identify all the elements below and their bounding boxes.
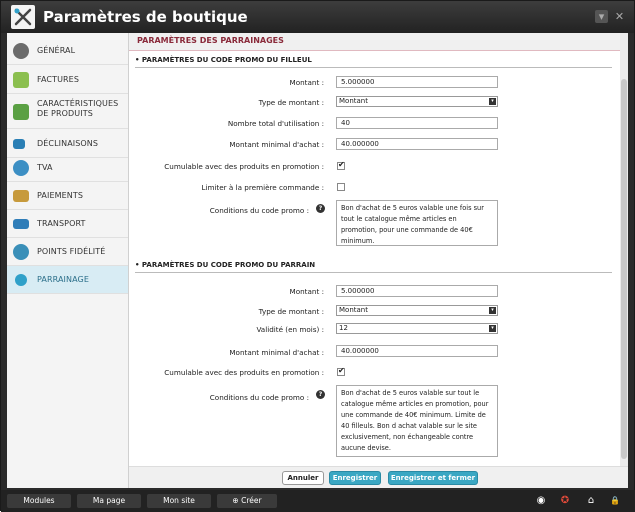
save-and-close-button[interactable]: Enregistrer et fermer bbox=[388, 471, 478, 485]
field-label: Montant : bbox=[289, 287, 324, 296]
window: Paramètres de boutique ▾ ✕ GÉNÉRAL FACTU… bbox=[0, 0, 635, 512]
section-title-parrain: • PARAMÈTRES DU CODE PROMO DU PARRAIN bbox=[135, 261, 316, 269]
sidebar-item-label: FACTURES bbox=[37, 75, 80, 84]
plus-icon: ⊕ bbox=[232, 496, 239, 505]
help-icon[interactable]: ? bbox=[316, 204, 325, 213]
titlebar[interactable]: Paramètres de boutique ▾ ✕ bbox=[1, 1, 634, 33]
content-header: PARAMÈTRES DES PARRAINAGES bbox=[129, 33, 620, 51]
field-label: Validité (en mois) : bbox=[256, 325, 324, 334]
sidebar-item-label: TRANSPORT bbox=[37, 219, 86, 228]
product-features-icon bbox=[13, 104, 29, 120]
sidebar-item-label: PAIEMENTS bbox=[37, 191, 84, 200]
section-title-filleul: • PARAMÈTRES DU CODE PROMO DU FILLEUL bbox=[135, 56, 312, 64]
filleul-total-uses-input[interactable]: 40 bbox=[336, 117, 498, 129]
field-label: Nombre total d'utilisation : bbox=[227, 119, 324, 128]
variations-icon bbox=[13, 139, 25, 149]
sidebar-item-label: CARACTÉRISTIQUES DE PRODUITS bbox=[37, 99, 119, 118]
filleul-first-order-checkbox[interactable] bbox=[337, 183, 345, 191]
shop-tools-icon bbox=[11, 5, 35, 29]
network-icon bbox=[15, 274, 27, 286]
sidebar-item-label: PARRAINAGE bbox=[37, 275, 89, 284]
truck-icon bbox=[13, 219, 29, 229]
sidebar-item-general[interactable]: GÉNÉRAL bbox=[7, 37, 128, 65]
sidebar-item-label: TVA bbox=[37, 163, 53, 172]
sidebar-item-tva[interactable]: TVA bbox=[7, 154, 128, 182]
field-label: Conditions du code promo : bbox=[209, 393, 309, 402]
close-button[interactable]: ✕ bbox=[613, 10, 626, 23]
minimize-button[interactable]: ▾ bbox=[595, 10, 608, 23]
create-button[interactable]: ⊕ Créer bbox=[217, 494, 277, 508]
filleul-amount-input[interactable]: 5.000000 bbox=[336, 76, 498, 88]
window-title: Paramètres de boutique bbox=[43, 8, 248, 26]
dialog-footer: Annuler Enregistrer Enregistrer et ferme… bbox=[129, 466, 628, 488]
parrain-min-purchase-input[interactable]: 40.000000 bbox=[336, 345, 498, 357]
gears-icon bbox=[13, 43, 29, 59]
sidebar: GÉNÉRAL FACTURES CARACTÉRISTIQUES DE PRO… bbox=[7, 33, 129, 488]
sidebar-item-points-fidelite[interactable]: POINTS FIDÉLITÉ bbox=[7, 238, 128, 266]
sidebar-item-parrainage[interactable]: PARRAINAGE bbox=[7, 266, 128, 294]
chevron-down-icon: ▾ bbox=[489, 307, 496, 314]
sidebar-item-paiements[interactable]: PAIEMENTS bbox=[7, 182, 128, 210]
field-label: Type de montant : bbox=[258, 98, 324, 107]
scrollbar-thumb[interactable] bbox=[621, 79, 627, 459]
field-label: Montant : bbox=[289, 78, 324, 87]
my-site-button[interactable]: Mon site bbox=[147, 494, 211, 508]
heart-badge-icon bbox=[13, 244, 29, 260]
select-value: Montant bbox=[339, 306, 368, 314]
modules-button[interactable]: Modules bbox=[7, 494, 71, 508]
parrain-cumulable-checkbox[interactable] bbox=[337, 366, 345, 376]
page-title: PARAMÈTRES DES PARRAINAGES bbox=[137, 36, 284, 45]
filleul-cumulable-checkbox[interactable] bbox=[337, 160, 345, 170]
lock-icon[interactable]: 🔒 bbox=[607, 494, 623, 508]
chevron-down-icon: ▾ bbox=[489, 98, 496, 105]
field-label: Cumulable avec des produits en promotion… bbox=[164, 162, 324, 171]
field-label: Type de montant : bbox=[258, 307, 324, 316]
field-label: Montant minimal d'achat : bbox=[229, 348, 324, 357]
sidebar-item-label: GÉNÉRAL bbox=[37, 46, 76, 55]
select-value: Montant bbox=[339, 97, 368, 105]
sidebar-item-factures[interactable]: FACTURES bbox=[7, 66, 128, 94]
filleul-conditions-textarea[interactable]: Bon d'achat de 5 euros valable une fois … bbox=[336, 200, 498, 246]
globe-icon bbox=[13, 160, 29, 176]
section-divider bbox=[135, 67, 612, 68]
taskbar: Modules Ma page Mon site ⊕ Créer ◉ ✪ ⌂ 🔒 bbox=[1, 490, 635, 512]
parrain-amount-type-select[interactable]: Montant ▾ bbox=[336, 305, 498, 316]
content-scrollbar[interactable] bbox=[620, 33, 628, 466]
select-value: 12 bbox=[339, 324, 348, 332]
section-divider bbox=[135, 272, 612, 273]
chevron-down-icon: ▾ bbox=[489, 325, 496, 332]
field-label: Cumulable avec des produits en promotion… bbox=[164, 368, 324, 377]
parrain-amount-input[interactable]: 5.000000 bbox=[336, 285, 498, 297]
settings-content: PARAMÈTRES DES PARRAINAGES • PARAMÈTRES … bbox=[129, 33, 628, 466]
sidebar-item-transport[interactable]: TRANSPORT bbox=[7, 210, 128, 238]
parrain-conditions-textarea[interactable]: Bon d'achat de 5 euros valable sur tout … bbox=[336, 385, 498, 457]
help-icon[interactable]: ? bbox=[316, 390, 325, 399]
field-label: Conditions du code promo : bbox=[209, 206, 309, 215]
save-button[interactable]: Enregistrer bbox=[329, 471, 381, 485]
my-page-button[interactable]: Ma page bbox=[77, 494, 141, 508]
filleul-min-purchase-input[interactable]: 40.000000 bbox=[336, 138, 498, 150]
invoice-icon bbox=[13, 72, 29, 88]
payments-icon bbox=[13, 190, 29, 202]
field-label: Limiter à la première commande : bbox=[201, 183, 324, 192]
create-label: Créer bbox=[241, 496, 262, 505]
sidebar-item-label: POINTS FIDÉLITÉ bbox=[37, 247, 106, 256]
lifebuoy-icon[interactable]: ✪ bbox=[557, 494, 573, 508]
cancel-button[interactable]: Annuler bbox=[282, 471, 324, 485]
filleul-amount-type-select[interactable]: Montant ▾ bbox=[336, 96, 498, 107]
eye-icon[interactable]: ◉ bbox=[533, 494, 549, 508]
parrain-validity-select[interactable]: 12 ▾ bbox=[336, 323, 498, 334]
sidebar-item-caracteristiques[interactable]: CARACTÉRISTIQUES DE PRODUITS bbox=[7, 95, 128, 129]
sidebar-item-label: DÉCLINAISONS bbox=[37, 139, 99, 148]
home-icon[interactable]: ⌂ bbox=[583, 494, 599, 508]
field-label: Montant minimal d'achat : bbox=[229, 140, 324, 149]
